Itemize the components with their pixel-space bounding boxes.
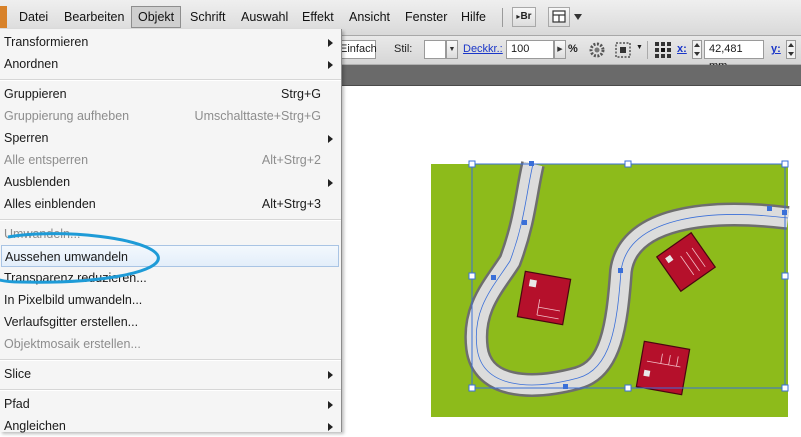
menu-item-verlaufsgitter-erstellen[interactable]: Verlaufsgitter erstellen... xyxy=(0,311,341,333)
menu-ansicht[interactable]: Ansicht xyxy=(349,6,390,28)
x-position-input[interactable]: 42,481 mm xyxy=(704,40,764,72)
stil-dropdown[interactable]: ▼ xyxy=(446,40,458,59)
menu-item-aussehen-umwandeln[interactable]: Aussehen umwandeln xyxy=(1,245,339,267)
menu-separator xyxy=(0,79,341,81)
menu-separator xyxy=(0,219,341,221)
menu-item-label: Angleichen xyxy=(4,419,66,433)
menu-item-pfad[interactable]: Pfad xyxy=(0,393,341,415)
menu-item-label: Gruppieren xyxy=(4,87,67,101)
bridge-icon: ▸Br xyxy=(516,11,532,22)
menu-auswahl[interactable]: Auswahl xyxy=(241,6,288,28)
menu-item-alle-entsperren: Alle entsperren Alt+Strg+2 xyxy=(0,149,341,171)
menu-item-shortcut: Alt+Strg+2 xyxy=(261,153,321,167)
menu-item-transformieren[interactable]: Transformieren xyxy=(0,31,341,53)
deckkraft-input[interactable]: 100 xyxy=(506,40,554,59)
menu-item-label: Slice xyxy=(4,367,32,381)
y-label[interactable]: y: xyxy=(771,43,781,55)
menu-item-label: Transformieren xyxy=(4,35,89,49)
menu-item-ausblenden[interactable]: Ausblenden xyxy=(0,171,341,193)
submenu-arrow-icon xyxy=(328,179,333,187)
menubar-divider xyxy=(502,8,503,27)
stil-label: Stil: xyxy=(394,43,413,55)
menu-item-label: Verlaufsgitter erstellen... xyxy=(4,315,139,329)
submenu-arrow-icon xyxy=(328,401,333,409)
menu-effekt[interactable]: Effekt xyxy=(302,6,334,28)
menu-item-umwandeln: Umwandeln... xyxy=(0,223,341,245)
menu-bearbeiten[interactable]: Bearbeiten xyxy=(64,6,124,28)
menu-item-transparenz-reduzieren[interactable]: Transparenz reduzieren... xyxy=(0,267,341,289)
arrange-documents-button[interactable] xyxy=(548,7,570,27)
menu-item-alles-einblenden[interactable]: Alles einblenden Alt+Strg+3 xyxy=(0,193,341,215)
menu-schrift[interactable]: Schrift xyxy=(190,6,225,28)
submenu-arrow-icon xyxy=(328,61,333,69)
arrange-documents-icon xyxy=(552,10,566,23)
menu-item-label: Transparenz reduzieren... xyxy=(4,271,147,285)
menu-item-label: Aussehen umwandeln xyxy=(5,250,128,264)
menu-item-label: Objektmosaik erstellen... xyxy=(4,337,141,351)
deckkraft-link[interactable]: Deckkr.: xyxy=(463,43,503,55)
transform-reference-icon[interactable] xyxy=(653,40,673,60)
menu-separator xyxy=(0,359,341,361)
menu-separator xyxy=(0,389,341,391)
menu-item-shortcut: Strg+G xyxy=(281,87,321,101)
menu-fenster[interactable]: Fenster xyxy=(405,6,447,28)
menu-item-label: Umwandeln... xyxy=(4,227,81,241)
submenu-arrow-icon xyxy=(328,371,333,379)
stepper-icon[interactable] xyxy=(786,40,796,59)
menu-item-shortcut: Umschalttaste+Strg+G xyxy=(194,109,321,123)
menu-item-label: Anordnen xyxy=(4,57,59,71)
menu-objekt[interactable]: Objekt xyxy=(131,6,182,28)
bridge-button[interactable]: ▸Br xyxy=(512,7,536,27)
x-label[interactable]: x: xyxy=(677,43,687,55)
chevron-down-icon[interactable] xyxy=(573,13,583,21)
menu-datei[interactable]: Datei xyxy=(19,6,48,28)
menu-item-label: Sperren xyxy=(4,131,49,145)
align-dropdown-arrow[interactable]: ▼ xyxy=(636,44,643,51)
menu-item-shortcut: Alt+Strg+3 xyxy=(261,197,321,211)
stroke-style-field[interactable]: Einfach xyxy=(336,40,377,59)
menu-item-gruppierung-aufheben: Gruppierung aufheben Umschalttaste+Strg+… xyxy=(0,105,341,127)
house-1 xyxy=(516,270,572,326)
menu-item-in-pixelbild-umwandeln[interactable]: In Pixelbild umwandeln... xyxy=(0,289,341,311)
menu-item-slice[interactable]: Slice xyxy=(0,363,341,385)
submenu-arrow-icon xyxy=(328,135,333,143)
menu-item-label: Pfad xyxy=(4,397,30,411)
app-logo-edge xyxy=(0,6,7,28)
align-icon[interactable] xyxy=(614,40,636,60)
stil-swatch[interactable] xyxy=(424,40,446,59)
menu-item-label: Gruppierung aufheben xyxy=(4,109,130,123)
deckkraft-dropdown[interactable]: ▶ xyxy=(554,40,566,59)
menu-item-objektmosaik-erstellen: Objektmosaik erstellen... xyxy=(0,333,341,355)
percent-sign: % xyxy=(568,43,578,55)
submenu-arrow-icon xyxy=(328,423,333,431)
recolor-icon[interactable] xyxy=(587,40,607,60)
menu-item-angleichen[interactable]: Angleichen xyxy=(0,415,341,437)
stepper-icon[interactable] xyxy=(692,40,702,59)
menu-item-sperren[interactable]: Sperren xyxy=(0,127,341,149)
menu-item-label: Ausblenden xyxy=(4,175,71,189)
menu-item-label: Alles einblenden xyxy=(4,197,96,211)
menu-item-label: In Pixelbild umwandeln... xyxy=(4,293,143,307)
menu-item-anordnen[interactable]: Anordnen xyxy=(0,53,341,75)
toolbar-divider xyxy=(647,41,648,59)
menu-hilfe[interactable]: Hilfe xyxy=(461,6,486,28)
menu-item-gruppieren[interactable]: Gruppieren Strg+G xyxy=(0,83,341,105)
submenu-arrow-icon xyxy=(328,39,333,47)
object-menu-dropdown: Transformieren Anordnen Gruppieren Strg+… xyxy=(0,29,342,433)
menu-item-label: Alle entsperren xyxy=(4,153,89,167)
house-3 xyxy=(635,340,691,396)
